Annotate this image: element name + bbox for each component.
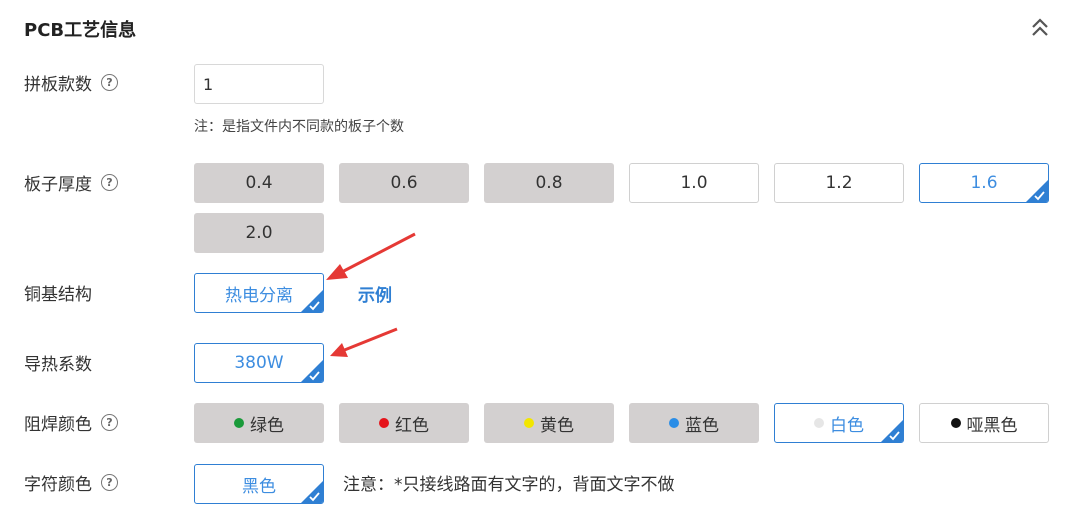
thickness-option-2.0[interactable]: 2.0 bbox=[194, 213, 324, 253]
option-label: 0.8 bbox=[535, 173, 563, 193]
collapse-chevron-icon[interactable] bbox=[1028, 16, 1052, 40]
solder-mask-label: 阻焊颜色 ? bbox=[24, 410, 118, 435]
thickness-option-0.4[interactable]: 0.4 bbox=[194, 163, 324, 203]
panel-count-note: 注：是指文件内不同款的板子个数 bbox=[194, 119, 404, 135]
solder-mask-option-green[interactable]: 绿色 bbox=[194, 403, 324, 443]
option-label: 1.6 bbox=[970, 173, 998, 193]
help-icon[interactable]: ? bbox=[101, 73, 118, 91]
thickness-option-0.8[interactable]: 0.8 bbox=[484, 163, 614, 203]
color-dot bbox=[234, 418, 244, 428]
help-icon[interactable]: ? bbox=[101, 173, 118, 191]
panel-count-label-text: 拼板款数 bbox=[24, 74, 92, 95]
panel-count-input[interactable] bbox=[194, 64, 324, 104]
solder-mask-option-red[interactable]: 红色 bbox=[339, 403, 469, 443]
option-label: 蓝色 bbox=[685, 415, 719, 436]
thickness-label-text: 板子厚度 bbox=[24, 174, 92, 195]
copper-structure-option-selected[interactable]: 热电分离 bbox=[194, 273, 324, 313]
silkscreen-option-selected[interactable]: 黑色 bbox=[194, 464, 324, 504]
silkscreen-label: 字符颜色 ? bbox=[24, 470, 118, 495]
help-icon[interactable]: ? bbox=[101, 413, 118, 431]
solder-mask-option-yellow[interactable]: 黄色 bbox=[484, 403, 614, 443]
solder-mask-option-matte-black[interactable]: 哑黑色 bbox=[919, 403, 1049, 443]
copper-structure-label: 铜基结构 bbox=[24, 280, 92, 305]
color-dot bbox=[950, 418, 961, 428]
color-dot bbox=[379, 418, 389, 428]
color-dot bbox=[669, 418, 679, 428]
solder-mask-option-blue[interactable]: 蓝色 bbox=[629, 403, 759, 443]
panel-count-label: 拼板款数 ? bbox=[24, 70, 118, 95]
selected-check-icon bbox=[1026, 180, 1048, 202]
thermal-label-text: 导热系数 bbox=[24, 354, 92, 375]
option-label: 黑色 bbox=[242, 476, 276, 497]
color-dot bbox=[814, 418, 824, 428]
section-title: PCB工艺信息 bbox=[24, 20, 137, 41]
thermal-label: 导热系数 bbox=[24, 350, 92, 375]
thickness-option-1.2[interactable]: 1.2 bbox=[774, 163, 904, 203]
option-label: 哑黑色 bbox=[966, 415, 1018, 436]
solder-mask-option-white[interactable]: 白色 bbox=[774, 403, 904, 443]
option-label: 0.4 bbox=[245, 173, 273, 193]
silkscreen-label-text: 字符颜色 bbox=[24, 474, 92, 495]
option-label: 热电分离 bbox=[225, 285, 293, 306]
option-label: 1.2 bbox=[825, 173, 853, 193]
solder-mask-label-text: 阻焊颜色 bbox=[24, 414, 92, 435]
silkscreen-notice: 注意：*只接线路面有文字的，背面文字不做 bbox=[343, 475, 675, 495]
option-label: 1.0 bbox=[680, 173, 708, 193]
option-label: 红色 bbox=[395, 415, 429, 436]
option-label: 0.6 bbox=[390, 173, 418, 193]
option-label: 白色 bbox=[830, 415, 864, 436]
selected-check-icon bbox=[301, 481, 323, 503]
option-label: 黄色 bbox=[540, 415, 574, 436]
thickness-option-0.6[interactable]: 0.6 bbox=[339, 163, 469, 203]
thermal-option-selected[interactable]: 380W bbox=[194, 343, 324, 383]
thickness-option-1.0[interactable]: 1.0 bbox=[629, 163, 759, 203]
selected-check-icon bbox=[881, 420, 903, 442]
option-label: 380W bbox=[234, 353, 284, 373]
annotation-arrow-icon bbox=[326, 232, 416, 280]
annotation-arrow-icon bbox=[330, 327, 398, 357]
option-label: 绿色 bbox=[250, 415, 284, 436]
selected-check-icon bbox=[301, 360, 323, 382]
copper-structure-label-text: 铜基结构 bbox=[24, 284, 92, 305]
thickness-option-1.6[interactable]: 1.6 bbox=[919, 163, 1049, 203]
option-label: 2.0 bbox=[245, 223, 273, 243]
color-dot bbox=[524, 418, 534, 428]
help-icon[interactable]: ? bbox=[101, 473, 118, 491]
thickness-label: 板子厚度 ? bbox=[24, 170, 118, 195]
selected-check-icon bbox=[301, 290, 323, 312]
